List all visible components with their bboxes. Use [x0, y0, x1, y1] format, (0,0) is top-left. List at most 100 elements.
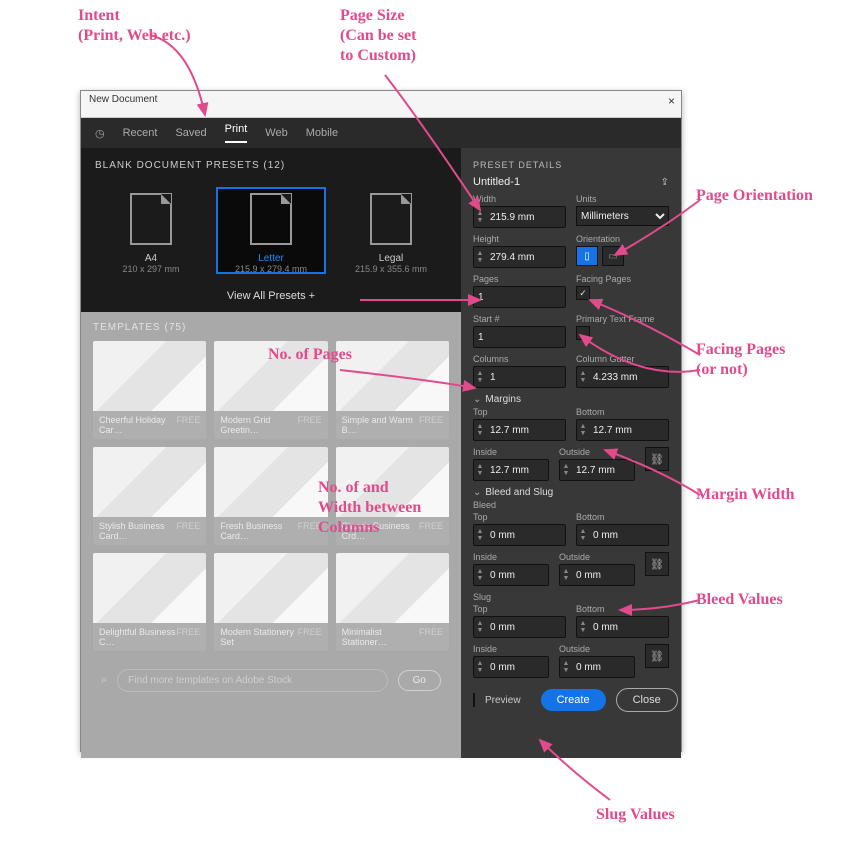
- link-slug-icon[interactable]: ⛓: [645, 644, 669, 668]
- close-icon[interactable]: ×: [668, 94, 675, 108]
- gutter-label: Column Gutter: [576, 354, 669, 364]
- template-item[interactable]: Minimalist Stationer…FREE: [336, 553, 449, 651]
- preset-name: Letter: [216, 253, 326, 264]
- facing-label: Facing Pages: [576, 274, 669, 284]
- template-price: FREE: [419, 627, 443, 647]
- slug-bottom[interactable]: ▲▼0 mm: [576, 616, 669, 638]
- tab-print[interactable]: Print: [225, 123, 248, 143]
- units-label: Units: [576, 194, 669, 204]
- bleed-disclosure[interactable]: Bleed and Slug: [473, 487, 669, 498]
- bleed-outside[interactable]: ▲▼0 mm: [559, 564, 635, 586]
- ptf-checkbox[interactable]: [576, 326, 590, 340]
- margin-inside[interactable]: ▲▼12.7 mm: [473, 459, 549, 481]
- margin-bottom[interactable]: ▲▼12.7 mm: [576, 419, 669, 441]
- annot-facing: Facing Pages (or not): [696, 340, 785, 380]
- template-thumb: [336, 341, 449, 411]
- annot-slug: Slug Values: [596, 805, 675, 825]
- margins-disclosure[interactable]: Margins: [473, 394, 669, 405]
- go-button[interactable]: Go: [398, 670, 441, 691]
- bleed-label: Bleed: [473, 500, 669, 510]
- preview-checkbox[interactable]: [473, 693, 475, 707]
- pages-label: Pages: [473, 274, 566, 284]
- bleed-inside[interactable]: ▲▼0 mm: [473, 564, 549, 586]
- template-item[interactable]: Stylish Business Card…FREE: [93, 447, 206, 545]
- preset-dim: 215.9 x 279.4 mm: [216, 264, 326, 274]
- template-price: FREE: [298, 627, 322, 647]
- template-thumb: [214, 447, 327, 517]
- margin-top[interactable]: ▲▼12.7 mm: [473, 419, 566, 441]
- facing-pages-checkbox[interactable]: [576, 286, 590, 300]
- template-item[interactable]: Simple and Warm B…FREE: [336, 341, 449, 439]
- template-price: FREE: [298, 415, 322, 435]
- template-price: FREE: [419, 415, 443, 435]
- slug-outside[interactable]: ▲▼0 mm: [559, 656, 635, 678]
- template-thumb: [93, 553, 206, 623]
- left-pane: BLANK DOCUMENT PRESETS (12) A4 210 x 297…: [81, 148, 461, 758]
- start-field[interactable]: 1: [473, 326, 566, 348]
- preview-label: Preview: [485, 695, 521, 706]
- pages-field[interactable]: 1: [473, 286, 566, 308]
- intent-tabs: ◷ Recent Saved Print Web Mobile: [81, 118, 681, 148]
- ptf-label: Primary Text Frame: [576, 314, 669, 324]
- details-header: PRESET DETAILS: [473, 160, 669, 170]
- bleed-top[interactable]: ▲▼0 mm: [473, 524, 566, 546]
- slug-inside[interactable]: ▲▼0 mm: [473, 656, 549, 678]
- template-name: Stylish Business Card…: [99, 521, 176, 541]
- link-bleed-icon[interactable]: ⛓: [645, 552, 669, 576]
- search-icon: ⌕: [101, 674, 107, 687]
- search-input[interactable]: Find more templates on Adobe Stock: [117, 669, 387, 692]
- tab-web[interactable]: Web: [265, 127, 287, 139]
- landscape-icon[interactable]: ▭: [602, 246, 624, 266]
- template-thumb: [336, 553, 449, 623]
- template-item[interactable]: Cheerful Holiday Car…FREE: [93, 341, 206, 439]
- gutter-field[interactable]: ▲▼4.233 mm: [576, 366, 669, 388]
- bleed-bottom[interactable]: ▲▼0 mm: [576, 524, 669, 546]
- close-button[interactable]: Close: [616, 688, 678, 712]
- template-item[interactable]: Modern Stationery SetFREE: [214, 553, 327, 651]
- width-field[interactable]: ▲▼215.9 mm: [473, 206, 566, 228]
- template-item[interactable]: Fresh Business Card…FREE: [214, 447, 327, 545]
- export-icon[interactable]: ⇪: [661, 177, 669, 188]
- template-thumb: [93, 341, 206, 411]
- height-field[interactable]: ▲▼279.4 mm: [473, 246, 566, 268]
- document-name[interactable]: Untitled-1: [473, 176, 520, 188]
- orientation-toggle[interactable]: ▯ ▭: [576, 246, 669, 266]
- tab-saved[interactable]: Saved: [175, 127, 206, 139]
- template-price: FREE: [176, 521, 200, 541]
- tab-mobile[interactable]: Mobile: [306, 127, 338, 139]
- preset-dim: 215.9 x 355.6 mm: [336, 264, 446, 274]
- clock-icon: ◷: [95, 127, 105, 140]
- template-name: Simple and Warm B…: [342, 415, 419, 435]
- slug-top[interactable]: ▲▼0 mm: [473, 616, 566, 638]
- titlebar: New Document ×: [81, 91, 681, 118]
- page-icon: [130, 193, 172, 245]
- units-select[interactable]: Millimeters: [576, 206, 669, 226]
- preset-name: A4: [96, 253, 206, 264]
- template-name: Modern Stationery Set: [220, 627, 297, 647]
- template-name: Delightful Business C…: [99, 627, 176, 647]
- link-margins-icon[interactable]: ⛓: [645, 447, 669, 471]
- portrait-icon[interactable]: ▯: [576, 246, 598, 266]
- preset-details: PRESET DETAILS Untitled-1 ⇪ Width ▲▼215.…: [461, 148, 681, 758]
- annot-margins: Margin Width: [696, 485, 795, 505]
- start-label: Start #: [473, 314, 566, 324]
- preset-letter[interactable]: Letter 215.9 x 279.4 mm: [216, 187, 326, 274]
- columns-field[interactable]: ▲▼1: [473, 366, 566, 388]
- template-name: Modern Grid Greetin…: [220, 415, 297, 435]
- template-item[interactable]: Delightful Business C…FREE: [93, 553, 206, 651]
- view-all-presets[interactable]: View All Presets +: [81, 284, 461, 312]
- page-icon: [250, 193, 292, 245]
- preset-dim: 210 x 297 mm: [96, 264, 206, 274]
- margin-outside[interactable]: ▲▼12.7 mm: [559, 459, 635, 481]
- columns-label: Columns: [473, 354, 566, 364]
- preset-legal[interactable]: Legal 215.9 x 355.6 mm: [336, 187, 446, 274]
- template-thumb: [214, 553, 327, 623]
- create-button[interactable]: Create: [541, 689, 606, 711]
- preset-a4[interactable]: A4 210 x 297 mm: [96, 187, 206, 274]
- tab-recent[interactable]: Recent: [123, 127, 158, 139]
- page-icon: [370, 193, 412, 245]
- width-label: Width: [473, 194, 566, 204]
- annot-bleed: Bleed Values: [696, 590, 783, 610]
- annot-pages: No. of Pages: [268, 345, 352, 365]
- orientation-label: Orientation: [576, 234, 669, 244]
